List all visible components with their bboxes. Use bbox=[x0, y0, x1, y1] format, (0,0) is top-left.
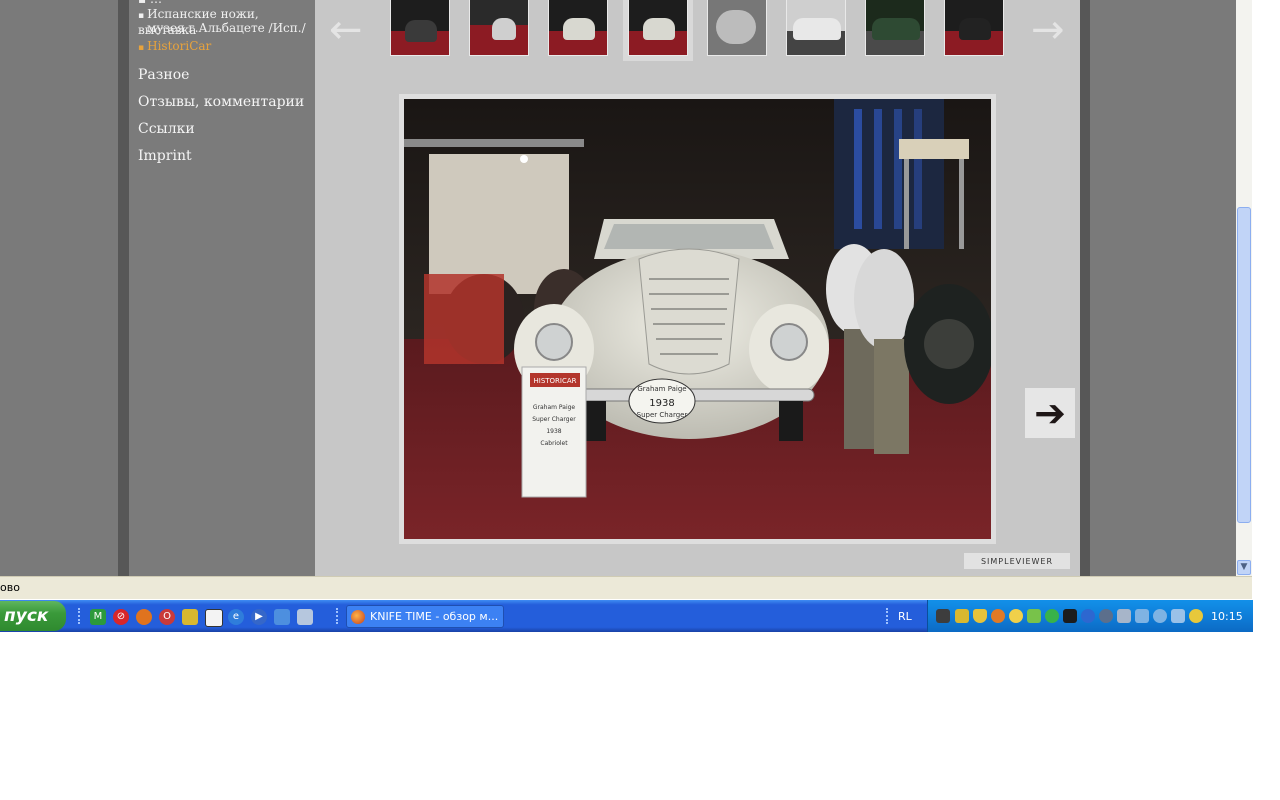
quicklaunch-outlook-icon[interactable] bbox=[274, 609, 290, 625]
taskbar-window-button[interactable]: KNIFE TIME - обзор м... bbox=[346, 605, 504, 628]
sub-item-label: музея г.Альбацете /Исп./ bbox=[147, 21, 306, 35]
vertical-scrollbar[interactable]: ▼ bbox=[1236, 0, 1252, 576]
taskbar-window-title: KNIFE TIME - обзор м... bbox=[370, 610, 499, 623]
tray-smiley-icon[interactable] bbox=[1009, 609, 1023, 623]
quicklaunch-m-icon[interactable]: M bbox=[90, 609, 106, 625]
sidebar-sub-item-historicar[interactable]: ▪ HistoriCar bbox=[138, 39, 313, 55]
taskbar-grip-3[interactable] bbox=[886, 608, 891, 624]
main-photo: Graham Paige 1938 Super Charger HISTORIC… bbox=[404, 99, 991, 539]
language-indicator[interactable]: RL bbox=[898, 610, 912, 623]
sign-line-3: 1938 bbox=[546, 428, 561, 435]
sign-line-2: Super Charger bbox=[532, 416, 576, 423]
nav-item-reviews[interactable]: Отзывы, комментарии bbox=[138, 94, 304, 110]
firefox-icon bbox=[351, 609, 365, 624]
sign-line-1: Graham Paige bbox=[533, 404, 576, 411]
scrollbar-thumb[interactable] bbox=[1237, 207, 1251, 523]
tray-security-icon[interactable] bbox=[1099, 609, 1113, 623]
thumbnail-7[interactable] bbox=[865, 0, 925, 56]
car-exhibition-photo: Graham Paige 1938 Super Charger HISTORIC… bbox=[404, 99, 991, 539]
main-photo-frame: Graham Paige 1938 Super Charger HISTORIC… bbox=[399, 94, 1075, 544]
thumbnail-1[interactable] bbox=[390, 0, 450, 56]
quicklaunch-ie-icon[interactable]: e bbox=[228, 609, 244, 625]
tray-shield-icon[interactable] bbox=[973, 609, 987, 623]
scroll-down-icon[interactable]: ▼ bbox=[1237, 560, 1251, 575]
plate-year-text: 1938 bbox=[649, 398, 674, 409]
quicklaunch-app-icon[interactable] bbox=[182, 609, 198, 625]
tray-volume-icon[interactable] bbox=[1171, 609, 1185, 623]
browser-status-bar: ово bbox=[0, 576, 1252, 599]
quicklaunch-media-icon[interactable]: ▶ bbox=[251, 609, 267, 625]
sidebar-sub-item-cut: ▪ … bbox=[138, 0, 313, 6]
tray-wireless-icon[interactable] bbox=[1153, 609, 1167, 623]
tray-app-icon[interactable] bbox=[955, 609, 969, 623]
sub-item-label: HistoriCar bbox=[147, 39, 212, 53]
taskbar-grip-2[interactable] bbox=[336, 608, 341, 624]
thumbnail-4-selected[interactable] bbox=[628, 0, 688, 56]
windows-taskbar: пуск M ⊘ O e ▶ KNIFE TIME - обзор м... R… bbox=[0, 600, 1253, 632]
thumbnail-3[interactable] bbox=[548, 0, 608, 56]
gallery-content: ← → Graham Paige 1938 Super Charger HIST… bbox=[315, 0, 1080, 576]
thumbnail-5[interactable] bbox=[707, 0, 767, 56]
tray-update-icon[interactable] bbox=[991, 609, 1005, 623]
sidebar: ▪ … ▪Испанские ножи, выставка музея г.Ал… bbox=[129, 0, 315, 576]
browser-viewport: ▪ … ▪Испанские ножи, выставка музея г.Ал… bbox=[0, 0, 1236, 576]
next-page-arrow-icon[interactable]: → bbox=[1031, 10, 1065, 50]
quicklaunch-firefox-icon[interactable] bbox=[136, 609, 152, 625]
tray-messenger-icon[interactable] bbox=[1189, 609, 1203, 623]
plate-bottom-text: Super Charger bbox=[637, 411, 688, 419]
quicklaunch-misc-icon[interactable] bbox=[297, 609, 313, 625]
page-frame-left bbox=[118, 0, 129, 576]
thumbnail-2[interactable] bbox=[469, 0, 529, 56]
tray-at-icon[interactable] bbox=[1045, 609, 1059, 623]
plate-top-text: Graham Paige bbox=[637, 385, 686, 393]
tray-connection-icon[interactable] bbox=[1135, 609, 1149, 623]
taskbar-grip[interactable] bbox=[78, 608, 83, 624]
tray-info-icon[interactable] bbox=[1081, 609, 1095, 623]
sidebar-sub-item-spanish-knives-cont[interactable]: музея г.Альбацете /Исп./ bbox=[147, 21, 322, 35]
nav-item-imprint[interactable]: Imprint bbox=[138, 148, 192, 164]
thumbnail-6[interactable] bbox=[786, 0, 846, 56]
quicklaunch-opera-icon[interactable]: O bbox=[159, 609, 175, 625]
quicklaunch-stop-icon[interactable]: ⊘ bbox=[113, 609, 129, 625]
sign-title-text: HISTORICAR bbox=[533, 377, 576, 385]
tray-display-icon[interactable] bbox=[1063, 609, 1077, 623]
simpleviewer-badge[interactable]: SIMPLEVIEWER bbox=[964, 553, 1070, 569]
nav-item-links[interactable]: Ссылки bbox=[138, 121, 195, 137]
next-photo-arrow-icon[interactable]: ➔ bbox=[1025, 388, 1075, 438]
system-tray: 10:15 bbox=[927, 600, 1253, 632]
status-text: ово bbox=[0, 581, 20, 594]
sign-line-4: Cabriolet bbox=[540, 440, 568, 447]
prev-page-arrow-icon[interactable]: ← bbox=[329, 10, 363, 50]
page-frame-right bbox=[1080, 0, 1090, 576]
tray-network-icon[interactable] bbox=[936, 609, 950, 623]
nav-item-misc[interactable]: Разное bbox=[138, 67, 189, 83]
quicklaunch-desktop-icon[interactable] bbox=[205, 609, 223, 627]
clock[interactable]: 10:15 bbox=[1211, 610, 1243, 623]
thumbnail-8[interactable] bbox=[944, 0, 1004, 56]
tray-check-icon[interactable] bbox=[1027, 609, 1041, 623]
tray-monitor-icon[interactable] bbox=[1117, 609, 1131, 623]
start-button[interactable]: пуск bbox=[0, 601, 66, 631]
